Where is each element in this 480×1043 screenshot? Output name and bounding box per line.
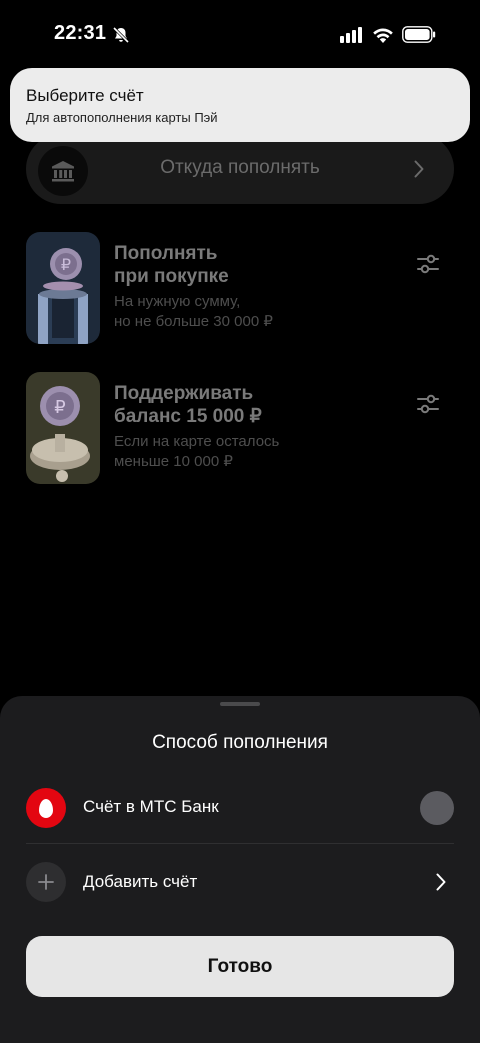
plus-icon (26, 862, 66, 902)
bottom-sheet: Способ пополнения Счёт в МТС Банк Добави… (0, 696, 480, 1043)
svg-text:₽: ₽ (61, 255, 71, 274)
option-desc-line: На нужную сумму, (114, 293, 241, 310)
option-topup-on-purchase[interactable]: ₽ Пополнять при покупке На нужную сумму,… (26, 232, 454, 344)
svg-text:₽: ₽ (54, 397, 65, 418)
toast-title: Выберите счёт (26, 86, 144, 105)
account-label: Счёт в МТС Банк (83, 797, 219, 816)
toast-subtitle: Для автопополнения карты Пэй (26, 110, 218, 125)
source-selector[interactable]: Откуда пополнять (26, 134, 454, 204)
option-title-line: Поддерживать (114, 383, 254, 404)
account-option-mts[interactable]: Счёт в МТС Банк (26, 788, 454, 828)
option-title-line: Пополнять (114, 243, 218, 264)
toast-notification[interactable]: Выберите счёт Для автопополнения карты П… (10, 68, 470, 142)
account-radio[interactable] (420, 791, 454, 825)
add-account-label: Добавить счёт (83, 872, 198, 891)
option-title-line: при покупке (114, 266, 229, 287)
sheet-grabber[interactable] (220, 702, 260, 706)
settings-sliders-icon[interactable] (416, 252, 440, 276)
add-account-row[interactable]: Добавить счёт (26, 862, 454, 902)
option-title: Пополнять при покупке (114, 242, 374, 288)
option-title: Поддерживать баланс 15 000 ₽ (114, 382, 374, 428)
done-button[interactable]: Готово (26, 936, 454, 997)
option-keep-balance[interactable]: ₽ Поддерживать баланс 15 000 ₽ Если на к… (26, 372, 454, 484)
option-desc-line: меньше 10 000 ₽ (114, 453, 233, 470)
divider (26, 843, 454, 844)
option-description: Если на карте осталось меньше 10 000 ₽ (114, 432, 374, 472)
chevron-right-icon (414, 160, 424, 178)
balance-coin-illustration: ₽ (26, 372, 100, 484)
source-label: Откуда пополнять (160, 157, 320, 178)
option-desc-line: Если на карте осталось (114, 433, 280, 450)
chevron-right-icon (436, 873, 446, 891)
sheet-title: Способ пополнения (152, 732, 328, 753)
settings-sliders-icon[interactable] (416, 392, 440, 416)
mts-bank-logo-icon (26, 788, 66, 828)
option-title-line: баланс 15 000 ₽ (114, 406, 262, 427)
option-description: На нужную сумму, но не больше 30 000 ₽ (114, 292, 374, 332)
coins-stack-illustration: ₽ (26, 232, 100, 344)
option-desc-line: но не больше 30 000 ₽ (114, 313, 273, 330)
